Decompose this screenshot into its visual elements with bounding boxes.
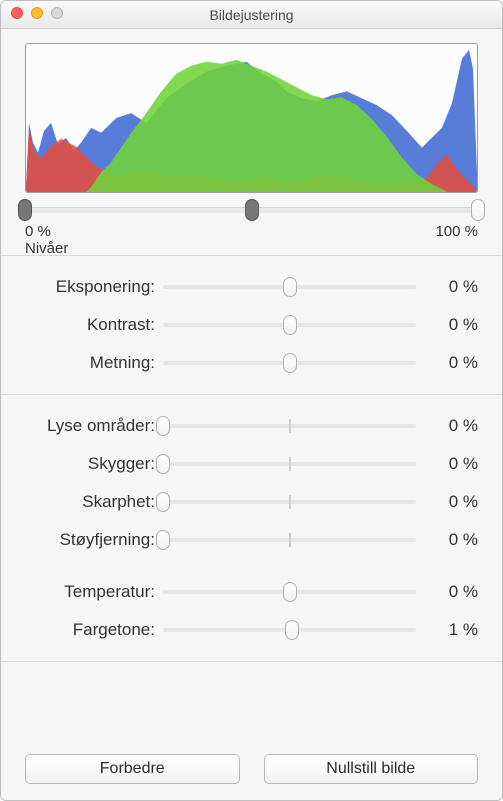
exposure-value: 0 % (416, 277, 478, 297)
denoise-slider[interactable] (163, 529, 416, 551)
saturation-slider[interactable] (163, 352, 416, 374)
titlebar[interactable]: Bildejustering (1, 1, 502, 29)
zoom-icon (51, 7, 63, 19)
divider (1, 394, 502, 395)
divider (1, 661, 502, 662)
reset-button[interactable]: Nullstill bilde (264, 754, 479, 784)
levels-mid-label: Nivåer (25, 240, 68, 257)
temperature-row: Temperatur: 0 % (25, 573, 478, 611)
shadows-label: Skygger: (25, 454, 163, 474)
denoise-label: Støyfjerning: (25, 530, 163, 550)
tint-value: 1 % (416, 620, 478, 640)
contrast-value: 0 % (416, 315, 478, 335)
temperature-slider[interactable] (163, 581, 416, 603)
content-area: 0 % 100 % Nivåer Eksponering:0 %Kontrast… (1, 29, 502, 800)
shadows-value: 0 % (416, 454, 478, 474)
denoise-thumb[interactable] (156, 530, 170, 550)
tint-slider[interactable] (163, 619, 416, 641)
sharpness-slider[interactable] (163, 491, 416, 513)
sharpness-thumb[interactable] (156, 492, 170, 512)
temperature-value: 0 % (416, 582, 478, 602)
tint-label: Fargetone: (25, 620, 163, 640)
close-icon[interactable] (11, 7, 23, 19)
shadows-slider[interactable] (163, 453, 416, 475)
saturation-thumb[interactable] (283, 353, 297, 373)
levels-max-label: 100 % (435, 223, 478, 240)
image-adjust-window: Bildejustering 0 % 100 % Nivåer (0, 0, 503, 801)
sharpness-value: 0 % (416, 492, 478, 512)
highlights-value: 0 % (416, 416, 478, 436)
traffic-lights (11, 7, 63, 19)
window-title: Bildejustering (1, 7, 502, 23)
denoise-row: Støyfjerning: 0 % (25, 521, 478, 559)
levels-black-point[interactable] (18, 199, 32, 221)
exposure-label: Eksponering: (25, 277, 163, 297)
enhance-button[interactable]: Forbedre (25, 754, 240, 784)
saturation-label: Metning: (25, 353, 163, 373)
saturation-value: 0 % (416, 353, 478, 373)
highlights-slider[interactable] (163, 415, 416, 437)
shadows-row: Skygger: 0 % (25, 445, 478, 483)
levels-track[interactable] (25, 199, 478, 221)
temperature-thumb[interactable] (283, 582, 297, 602)
tint-thumb[interactable] (285, 620, 299, 640)
exposure-slider[interactable] (163, 276, 416, 298)
temperature-label: Temperatur: (25, 582, 163, 602)
contrast-slider[interactable] (163, 314, 416, 336)
sharpness-row: Skarphet: 0 % (25, 483, 478, 521)
exposure-row: Eksponering: 0 % (25, 268, 478, 306)
minimize-icon[interactable] (31, 7, 43, 19)
exposure-thumb[interactable] (283, 277, 297, 297)
levels-min-label: 0 % (25, 223, 51, 240)
levels-mid-point[interactable] (245, 199, 259, 221)
contrast-thumb[interactable] (283, 315, 297, 335)
denoise-value: 0 % (416, 530, 478, 550)
highlights-thumb[interactable] (156, 416, 170, 436)
shadows-thumb[interactable] (156, 454, 170, 474)
tint-row: Fargetone: 1 % (25, 611, 478, 649)
button-row: Forbedre Nullstill bilde (25, 746, 478, 784)
levels-white-point[interactable] (471, 199, 485, 221)
levels-control: 0 % 100 % Nivåer (25, 199, 478, 243)
sliders-list: Eksponering:0 %Kontrast:0 %Metning:0 %Ly… (25, 268, 478, 674)
saturation-row: Metning: 0 % (25, 344, 478, 382)
sharpness-label: Skarphet: (25, 492, 163, 512)
highlights-label: Lyse områder: (25, 416, 163, 436)
highlights-row: Lyse områder: 0 % (25, 407, 478, 445)
contrast-label: Kontrast: (25, 315, 163, 335)
contrast-row: Kontrast: 0 % (25, 306, 478, 344)
histogram (25, 43, 478, 193)
